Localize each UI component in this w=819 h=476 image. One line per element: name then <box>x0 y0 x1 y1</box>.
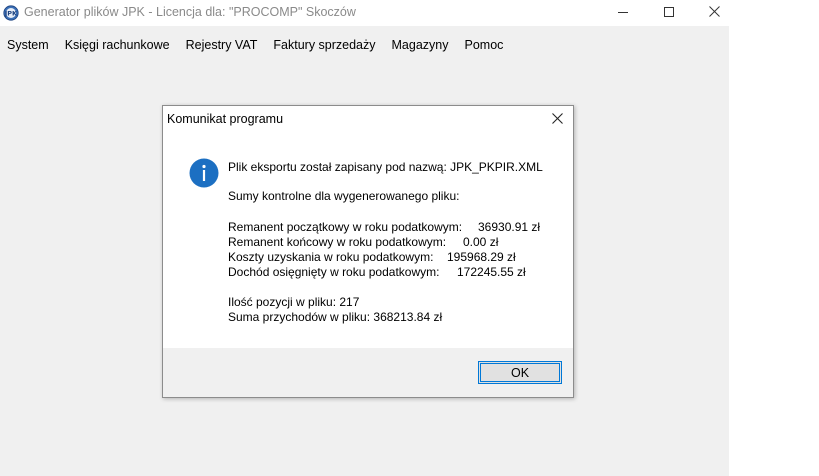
checksum-value: 36930.91 zł <box>478 220 541 234</box>
checksums-header: Sumy kontrolne dla wygenerowanego pliku: <box>228 189 460 203</box>
menu-ksiegi-rachunkowe[interactable]: Księgi rachunkowe <box>57 34 178 56</box>
dialog-close-button[interactable] <box>547 110 567 130</box>
ok-button[interactable]: OK <box>478 361 562 384</box>
checksum-label: Remanent początkowy w roku podatkowym: <box>228 220 463 234</box>
window-title: Generator plików JPK - Licencja dla: "PR… <box>24 5 356 19</box>
checksum-row: Koszty uzyskania w roku podatkowym: 1959… <box>228 250 516 264</box>
menu-bar: System Księgi rachunkowe Rejestry VAT Fa… <box>0 34 511 56</box>
revenue-sum-line: Suma przychodów w pliku: 368213.84 zł <box>228 310 443 324</box>
minimize-button[interactable] <box>600 0 646 26</box>
checksum-label: Remanent końcowy w roku podatkowym: <box>228 235 447 249</box>
menu-rejestry-vat[interactable]: Rejestry VAT <box>178 34 266 56</box>
info-icon <box>189 158 219 188</box>
dialog-title: Komunikat programu <box>167 112 284 126</box>
menu-faktury-sprzedazy[interactable]: Faktury sprzedaży <box>265 34 383 56</box>
checksum-value: 195968.29 zł <box>447 250 516 264</box>
maximize-button[interactable] <box>646 0 692 26</box>
checksum-row: Remanent końcowy w roku podatkowym: 0.00… <box>228 235 498 249</box>
item-count-line: Ilość pozycji w pliku: 217 <box>228 295 360 309</box>
title-bar: JPK Generator plików JPK - Licencja dla:… <box>0 0 729 26</box>
close-icon <box>708 6 720 20</box>
checksum-value: 0.00 zł <box>463 235 499 249</box>
jpk-app-icon: JPK <box>3 5 19 21</box>
dialog-footer: OK <box>163 348 573 397</box>
export-file-message: Plik eksportu został zapisany pod nazwą:… <box>228 160 543 174</box>
maximize-icon <box>664 6 674 20</box>
menu-system[interactable]: System <box>0 34 57 56</box>
checksum-label: Koszty uzyskania w roku podatkowym: <box>228 250 434 264</box>
close-button[interactable] <box>691 0 737 26</box>
svg-text:JPK: JPK <box>4 10 18 18</box>
checksum-label: Dochód osięgnięty w roku podatkowym: <box>228 265 440 279</box>
close-icon <box>551 113 563 127</box>
menu-magazyny[interactable]: Magazyny <box>384 34 457 56</box>
minimize-icon <box>618 6 628 20</box>
checksum-value: 172245.55 zł <box>457 265 526 279</box>
dialog-body: Plik eksportu został zapisany pod nazwą:… <box>163 136 573 348</box>
checksum-row: Dochód osięgnięty w roku podatkowym: 172… <box>228 265 526 279</box>
checksum-row: Remanent początkowy w roku podatkowym: 3… <box>228 220 540 234</box>
message-dialog: Komunikat programu Plik eksportu został … <box>162 105 574 398</box>
menu-pomoc[interactable]: Pomoc <box>457 34 512 56</box>
